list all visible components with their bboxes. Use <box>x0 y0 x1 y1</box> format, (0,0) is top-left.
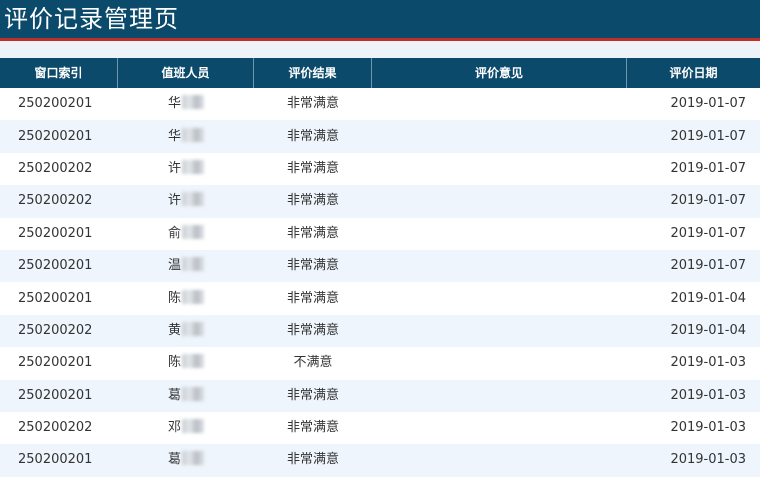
page-header: 评价记录管理页 <box>0 0 760 41</box>
redaction-blur <box>182 419 204 434</box>
cell-window-index: 250200201 <box>18 128 93 144</box>
cell-staff: 俞 <box>118 218 254 250</box>
cell-staff: 华 <box>118 88 254 120</box>
cell-date: 2019-01-07 <box>670 258 746 274</box>
staff-name-text: 陈 <box>167 355 181 371</box>
staff-name-text: 华 <box>167 128 181 144</box>
staff-name-text: 许 <box>167 193 181 209</box>
cell-staff: 陈 <box>118 283 254 315</box>
cell-date: 2019-01-07 <box>670 160 746 176</box>
staff-name-text: 黄 <box>167 322 181 338</box>
cell-result: 非常满意 <box>286 452 339 468</box>
redaction-blur <box>182 257 204 272</box>
table-row[interactable]: 250200201 俞 非常满意 2019-01-07 <box>0 218 760 250</box>
cell-window-index: 250200201 <box>18 290 93 306</box>
table-row[interactable]: 250200201 华 非常满意 2019-01-07 <box>0 88 760 120</box>
cell-result: 非常满意 <box>286 322 339 338</box>
redaction-blur <box>182 289 204 304</box>
header-spacer <box>0 41 760 58</box>
staff-name-text: 邓 <box>167 420 181 436</box>
cell-window-index: 250200202 <box>18 193 93 209</box>
cell-date: 2019-01-04 <box>670 290 746 306</box>
cell-result: 不满意 <box>293 355 333 371</box>
table-row[interactable]: 250200201 葛 非常满意 2019-01-03 <box>0 444 760 477</box>
column-header-result[interactable]: 评价结果 <box>254 58 372 88</box>
cell-result: 非常满意 <box>286 128 339 144</box>
cell-date: 2019-01-03 <box>670 355 746 371</box>
staff-name-text: 葛 <box>167 387 181 403</box>
cell-staff: 华 <box>118 121 254 153</box>
staff-name-text: 温 <box>167 258 181 274</box>
redaction-blur <box>182 95 204 110</box>
cell-date: 2019-01-07 <box>670 96 746 112</box>
cell-result: 非常满意 <box>286 193 339 209</box>
staff-name-text: 葛 <box>167 452 181 468</box>
cell-date: 2019-01-07 <box>670 128 746 144</box>
column-header-comment[interactable]: 评价意见 <box>372 58 627 88</box>
staff-name-text: 许 <box>167 160 181 176</box>
table-row[interactable]: 250200201 陈 非常满意 2019-01-04 <box>0 282 760 314</box>
staff-name-text: 华 <box>167 96 181 112</box>
cell-staff: 许 <box>118 185 254 217</box>
table-row[interactable]: 250200201 温 非常满意 2019-01-07 <box>0 249 760 283</box>
cell-window-index: 250200201 <box>18 225 93 241</box>
cell-staff: 温 <box>118 250 254 282</box>
cell-result: 非常满意 <box>286 290 339 306</box>
cell-window-index: 250200202 <box>18 420 93 436</box>
cell-staff: 葛 <box>118 380 254 412</box>
table-row[interactable]: 250200202 许 非常满意 2019-01-07 <box>0 185 760 218</box>
cell-result: 非常满意 <box>286 420 339 436</box>
cell-window-index: 250200201 <box>18 387 93 403</box>
cell-date: 2019-01-03 <box>670 387 746 403</box>
cell-window-index: 250200202 <box>18 322 93 338</box>
table-header: 窗口索引 值班人员 评价结果 评价意见 评价日期 <box>0 58 760 88</box>
cell-window-index: 250200201 <box>18 355 93 371</box>
table-row[interactable]: 250200202 许 非常满意 2019-01-07 <box>0 153 760 185</box>
cell-date: 2019-01-07 <box>670 193 746 209</box>
redaction-blur <box>182 224 204 239</box>
table-row[interactable]: 250200202 黄 非常满意 2019-01-04 <box>0 314 760 348</box>
cell-window-index: 250200201 <box>18 452 93 468</box>
table-body: 250200201 华非常满意 2019-01-07 250200201 华非常满意 20… <box>0 88 760 477</box>
cell-staff: 邓 <box>118 412 254 444</box>
cell-result: 非常满意 <box>286 225 339 241</box>
redaction-blur <box>182 321 204 336</box>
cell-result: 非常满意 <box>286 258 339 274</box>
evaluation-table: 窗口索引 值班人员 评价结果 评价意见 评价日期 250200201 华非常满意 2… <box>0 58 760 477</box>
cell-result: 非常满意 <box>286 96 339 112</box>
cell-staff: 陈 <box>118 347 254 379</box>
cell-window-index: 250200202 <box>18 160 93 176</box>
page-title: 评价记录管理页 <box>4 5 179 33</box>
redaction-blur <box>182 451 204 466</box>
column-header-date[interactable]: 评价日期 <box>627 58 760 88</box>
cell-result: 非常满意 <box>286 387 339 403</box>
table-row[interactable]: 250200201 葛 非常满意 2019-01-03 <box>0 379 760 412</box>
cell-date: 2019-01-03 <box>670 420 746 436</box>
cell-staff: 黄 <box>118 315 254 347</box>
cell-date: 2019-01-04 <box>670 322 746 338</box>
cell-staff: 许 <box>118 153 254 185</box>
redaction-blur <box>182 127 204 142</box>
cell-window-index: 250200201 <box>18 96 93 112</box>
staff-name-text: 俞 <box>167 225 181 241</box>
cell-date: 2019-01-07 <box>670 225 746 241</box>
redaction-blur <box>182 386 204 401</box>
staff-name-text: 陈 <box>167 290 181 306</box>
column-header-window[interactable]: 窗口索引 <box>0 58 118 88</box>
redaction-blur <box>182 159 204 174</box>
table-row[interactable]: 250200202 邓 非常满意 2019-01-03 <box>0 412 760 444</box>
cell-staff: 葛 <box>118 444 254 476</box>
column-header-staff[interactable]: 值班人员 <box>118 58 254 88</box>
table-row[interactable]: 250200201 陈 不满意 2019-01-03 <box>0 347 760 379</box>
redaction-blur <box>182 354 204 369</box>
table-row[interactable]: 250200201 华 非常满意 2019-01-07 <box>0 120 760 153</box>
cell-date: 2019-01-03 <box>670 452 746 468</box>
cell-result: 非常满意 <box>286 160 339 176</box>
cell-window-index: 250200201 <box>18 258 93 274</box>
redaction-blur <box>182 192 204 207</box>
